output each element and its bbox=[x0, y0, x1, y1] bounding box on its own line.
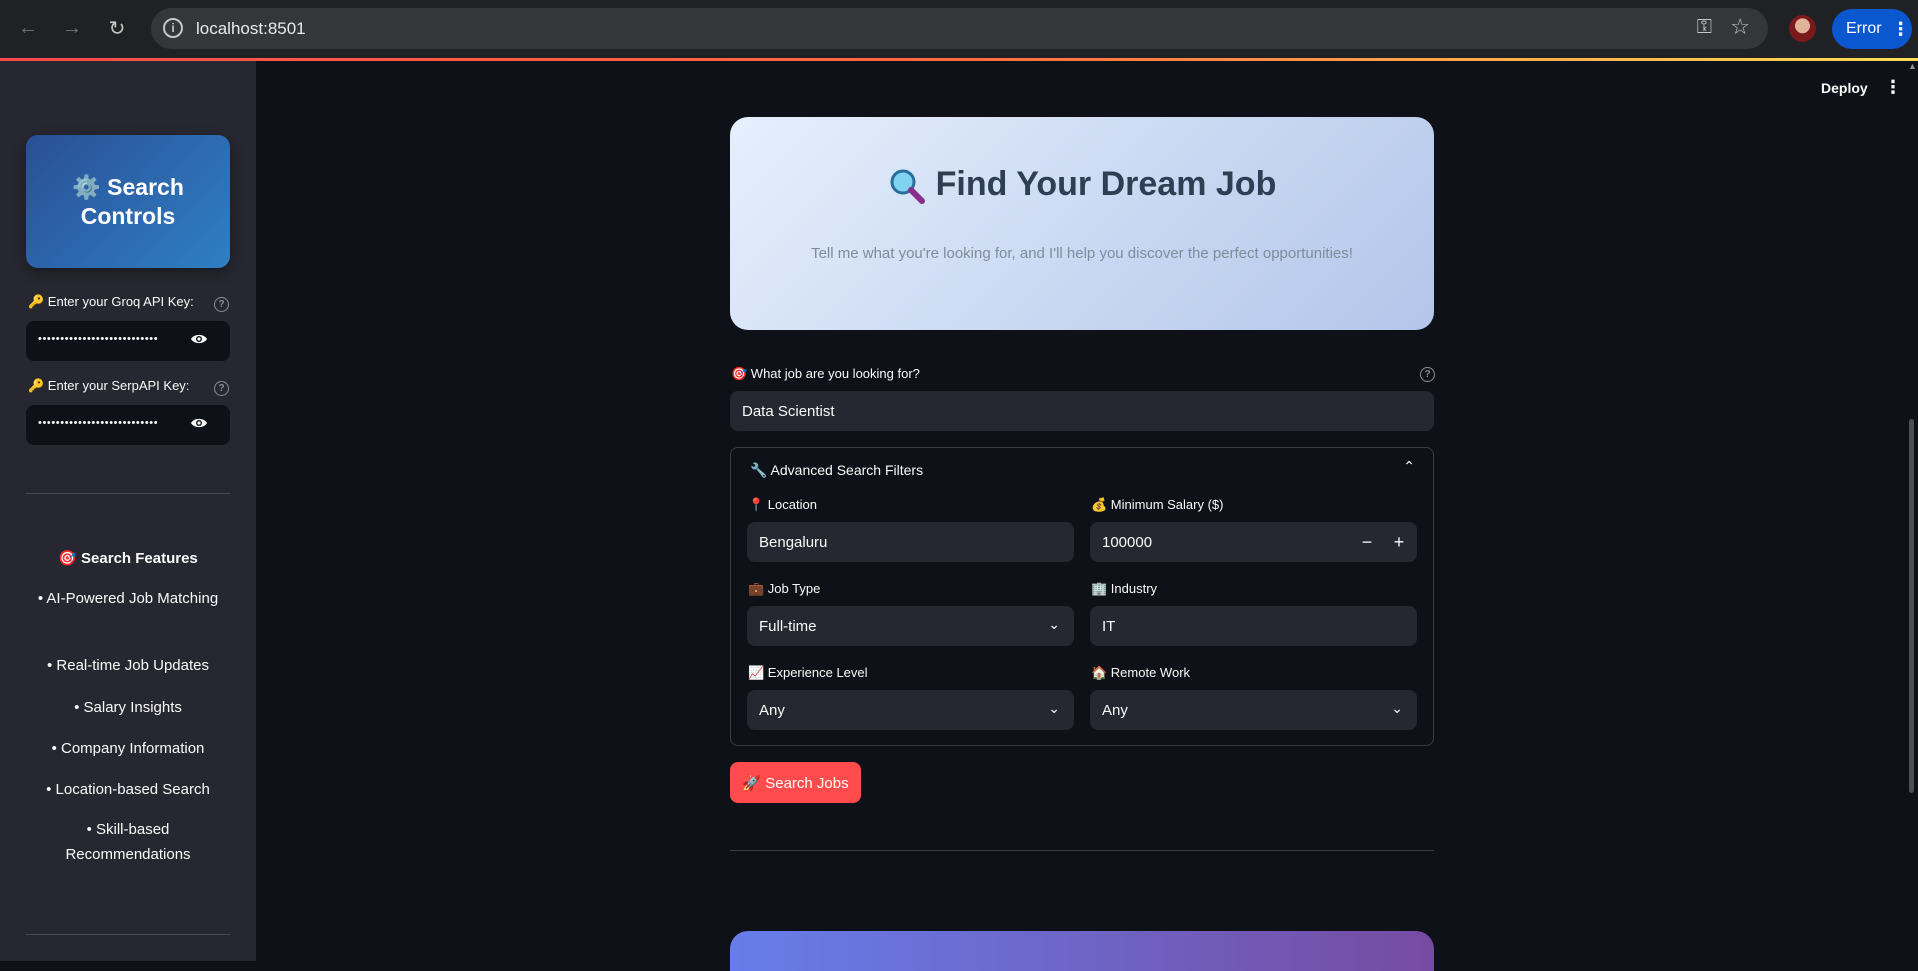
feature-item: • Company Information bbox=[51, 740, 205, 757]
hero-card: Find Your Dream Job Tell me what you're … bbox=[730, 117, 1434, 330]
remote-value: Any bbox=[1102, 701, 1128, 719]
scrollbar-thumb[interactable] bbox=[1909, 419, 1914, 793]
search-jobs-button[interactable]: 🚀 Search Jobs bbox=[730, 762, 861, 803]
salary-stepper: 100000 − + bbox=[1090, 522, 1417, 562]
groq-key-label: 🔑 Enter your Groq API Key: bbox=[28, 294, 194, 309]
search-controls-card: ⚙️ Search Controls bbox=[26, 135, 230, 268]
main-menu-icon[interactable]: ⋮ bbox=[1884, 77, 1902, 98]
feature-item: • Real-time Job Updates bbox=[47, 657, 209, 674]
scroll-up-arrow-icon[interactable]: ▲ bbox=[1908, 61, 1917, 71]
job-query-input[interactable]: Data Scientist bbox=[730, 391, 1434, 431]
remote-label: 🏠 Remote Work bbox=[1091, 665, 1191, 680]
forward-arrow-icon[interactable]: → bbox=[58, 14, 86, 42]
password-key-icon[interactable]: ⚿ bbox=[1697, 16, 1712, 39]
profile-error-label: Error bbox=[1846, 20, 1882, 37]
feature-item: • Skill-based Recommendations bbox=[65, 821, 191, 863]
loading-gradient-bar bbox=[0, 58, 1918, 61]
job-query-label: 🎯 What job are you looking for? bbox=[731, 366, 920, 381]
location-label: 📍 Location bbox=[748, 497, 817, 512]
magnifier-icon bbox=[890, 169, 925, 205]
serp-key-input[interactable]: ••••••••••••••••••••••••••• bbox=[26, 405, 230, 445]
chevron-down-icon: ⌄ bbox=[1391, 700, 1403, 716]
browser-menu-icon[interactable]: ⋮ bbox=[1892, 19, 1910, 40]
search-features-title: 🎯 Search Features bbox=[58, 550, 198, 567]
chevron-up-icon[interactable]: ⌃ bbox=[1403, 458, 1415, 475]
increment-button[interactable]: + bbox=[1383, 522, 1415, 562]
reload-icon[interactable]: ↻ bbox=[103, 14, 131, 42]
feature-item: • Location-based Search bbox=[46, 781, 210, 798]
site-info-icon[interactable]: i bbox=[163, 18, 183, 38]
job-type-value: Full-time bbox=[759, 617, 817, 635]
main-divider bbox=[730, 850, 1434, 851]
feature-item: • Salary Insights bbox=[74, 699, 182, 716]
decrement-button[interactable]: − bbox=[1351, 522, 1383, 562]
serp-key-label: 🔑 Enter your SerpAPI Key: bbox=[28, 378, 190, 393]
industry-input[interactable]: IT bbox=[1090, 606, 1417, 646]
show-password-eye-icon[interactable] bbox=[190, 417, 208, 429]
chevron-down-icon: ⌄ bbox=[1048, 700, 1060, 716]
search-controls-title: ⚙️ Search Controls bbox=[72, 173, 184, 229]
deploy-button[interactable]: Deploy bbox=[1821, 80, 1868, 96]
advanced-filters-toggle[interactable]: 🔧 Advanced Search Filters bbox=[750, 462, 923, 479]
profile-error-button[interactable]: Error ⋮ bbox=[1832, 9, 1912, 49]
results-banner bbox=[730, 931, 1434, 971]
sidebar-divider bbox=[26, 493, 230, 494]
sidebar: ⚙️ Search Controls 🔑 Enter your Groq API… bbox=[0, 61, 256, 961]
groq-key-input[interactable]: ••••••••••••••••••••••••••• bbox=[26, 321, 230, 361]
back-arrow-icon[interactable]: ← bbox=[14, 14, 42, 42]
salary-label: 💰 Minimum Salary ($) bbox=[1091, 497, 1224, 512]
address-bar[interactable]: i localhost:8501 ⚿ ☆ bbox=[151, 8, 1768, 49]
help-icon[interactable]: ? bbox=[214, 297, 229, 312]
url-text[interactable]: localhost:8501 bbox=[196, 19, 306, 39]
feature-item: • AI-Powered Job Matching bbox=[37, 590, 219, 607]
hero-subtitle: Tell me what you're looking for, and I'l… bbox=[811, 245, 1353, 262]
job-type-select[interactable]: Full-time ⌄ bbox=[747, 606, 1074, 646]
profile-avatar[interactable] bbox=[1789, 15, 1816, 42]
hero-title-row: Find Your Dream Job bbox=[730, 165, 1434, 205]
experience-select[interactable]: Any ⌄ bbox=[747, 690, 1074, 730]
salary-value[interactable]: 100000 bbox=[1102, 534, 1152, 551]
job-type-label: 💼 Job Type bbox=[748, 581, 821, 596]
remote-select[interactable]: Any ⌄ bbox=[1090, 690, 1417, 730]
experience-label: 📈 Experience Level bbox=[748, 665, 868, 680]
location-input[interactable]: Bengaluru bbox=[747, 522, 1074, 562]
industry-label: 🏢 Industry bbox=[1091, 581, 1158, 596]
sidebar-divider bbox=[26, 934, 230, 935]
show-password-eye-icon[interactable] bbox=[190, 333, 208, 345]
browser-toolbar: ← → ↻ i localhost:8501 ⚿ ☆ Error ⋮ bbox=[0, 0, 1918, 58]
hero-title: Find Your Dream Job bbox=[935, 165, 1277, 203]
chevron-down-icon: ⌄ bbox=[1048, 616, 1060, 632]
help-icon[interactable]: ? bbox=[1420, 367, 1435, 382]
help-icon[interactable]: ? bbox=[214, 381, 229, 396]
serp-key-value: ••••••••••••••••••••••••••• bbox=[38, 417, 159, 429]
groq-key-value: ••••••••••••••••••••••••••• bbox=[38, 333, 159, 345]
bookmark-star-icon[interactable]: ☆ bbox=[1730, 14, 1750, 40]
experience-value: Any bbox=[759, 701, 785, 719]
